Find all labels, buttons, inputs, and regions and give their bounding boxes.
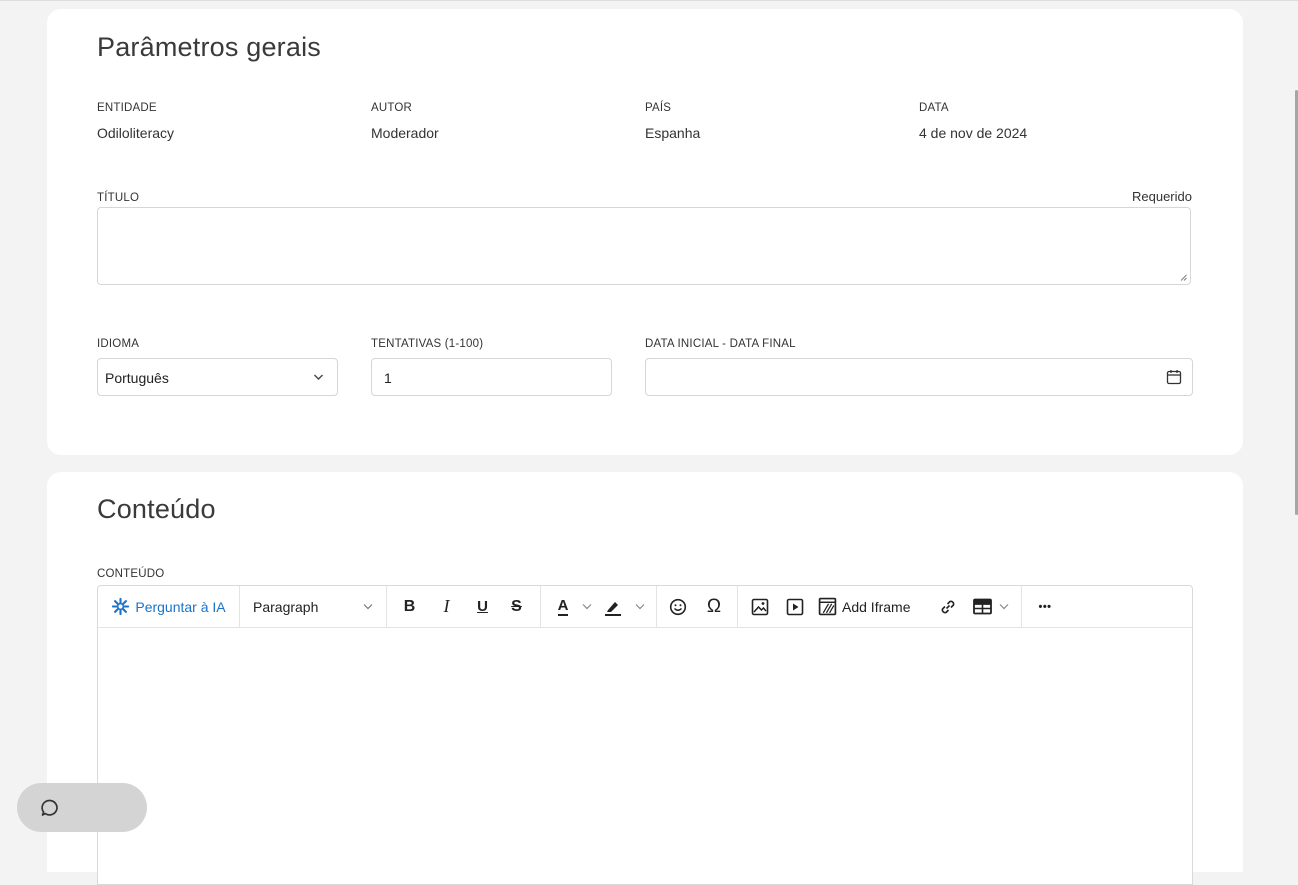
table-icon (972, 598, 992, 615)
special-character-button[interactable]: Ω (702, 586, 726, 627)
chat-widget-button[interactable] (17, 783, 147, 832)
strikethrough-button[interactable]: S (504, 586, 529, 627)
insert-link-button[interactable] (936, 586, 960, 627)
content-label: CONTEÚDO (97, 568, 165, 580)
emoji-icon (669, 598, 687, 615)
block-format-select[interactable]: Paragraph (240, 586, 385, 627)
text-color-button[interactable]: A (551, 586, 575, 627)
block-format-label: Paragraph (253, 598, 319, 615)
image-icon (751, 598, 769, 615)
highlight-color-button[interactable] (601, 586, 625, 627)
insert-media-button[interactable] (784, 586, 806, 627)
author-label: AUTOR (371, 102, 413, 114)
iframe-icon (818, 597, 837, 616)
chevron-down-icon[interactable] (635, 603, 645, 610)
country-label: PAÍS (645, 102, 672, 114)
chevron-down-icon[interactable] (582, 603, 592, 610)
toolbar-divider (540, 586, 541, 627)
media-icon (786, 598, 804, 615)
ai-sparkle-icon (112, 597, 130, 616)
title-field-label: TÍTULO (97, 192, 140, 204)
underline-button[interactable]: U (470, 586, 495, 627)
language-selected-value: Português (105, 370, 169, 386)
general-section-title: Parâmetros gerais (97, 32, 321, 62)
general-parameters-card: Parâmetros gerais ENTIDADE Odiloliteracy… (47, 9, 1243, 455)
chevron-down-icon (363, 604, 373, 610)
entity-value: Odiloliteracy (97, 125, 175, 141)
country-value: Espanha (645, 125, 701, 141)
entity-label: ENTIDADE (97, 102, 157, 114)
toolbar-divider (737, 586, 738, 627)
italic-button[interactable]: I (434, 586, 459, 627)
chevron-down-icon[interactable] (999, 603, 1009, 610)
content-card: Conteúdo CONTEÚDO Perguntar à IA Paragra (47, 472, 1243, 885)
date-range-label: DATA INICIAL - DATA FINAL (645, 338, 796, 350)
language-select[interactable]: Português (97, 358, 338, 396)
ask-ai-button[interactable]: Perguntar à IA (98, 586, 239, 627)
chat-icon (41, 799, 58, 816)
insert-image-button[interactable] (749, 586, 771, 627)
language-label: IDIOMA (97, 338, 140, 350)
toolbar-divider (1021, 586, 1022, 627)
rich-text-editor[interactable]: Perguntar à IA Paragraph B I U S A Ω Add… (97, 585, 1193, 885)
top-border (0, 0, 1298, 1)
date-value: 4 de nov de 2024 (919, 125, 1028, 141)
calendar-icon[interactable] (1166, 369, 1182, 385)
required-indicator: Requerido (1132, 189, 1192, 204)
insert-table-button[interactable] (971, 586, 993, 627)
emoji-button[interactable] (666, 586, 690, 627)
author-value: Moderador (371, 125, 439, 141)
chevron-down-icon (314, 374, 323, 380)
attempts-input[interactable]: 1 (371, 358, 612, 396)
title-textarea[interactable] (97, 207, 1191, 285)
link-icon (941, 600, 955, 613)
ask-ai-label: Perguntar à IA (135, 598, 226, 615)
toolbar-divider (656, 586, 657, 627)
more-options-button[interactable]: ••• (1032, 586, 1058, 627)
add-iframe-label: Add Iframe (842, 598, 911, 615)
text-color-glyph: A (557, 596, 569, 616)
resize-grip-icon[interactable] (1180, 274, 1187, 281)
page-scrollbar[interactable] (1294, 0, 1298, 843)
toolbar-divider (386, 586, 387, 627)
editor-toolbar: Perguntar à IA Paragraph B I U S A Ω Add… (98, 586, 1192, 628)
attempts-value: 1 (384, 370, 392, 386)
date-label: DATA (919, 102, 949, 114)
content-section-title: Conteúdo (97, 494, 216, 524)
highlight-icon (605, 601, 621, 616)
date-range-input[interactable] (645, 358, 1193, 396)
bold-button[interactable]: B (397, 586, 422, 627)
editor-content-area[interactable] (98, 628, 1192, 884)
attempts-label: TENTATIVAS (1-100) (371, 338, 484, 350)
add-iframe-button[interactable]: Add Iframe (818, 586, 926, 627)
